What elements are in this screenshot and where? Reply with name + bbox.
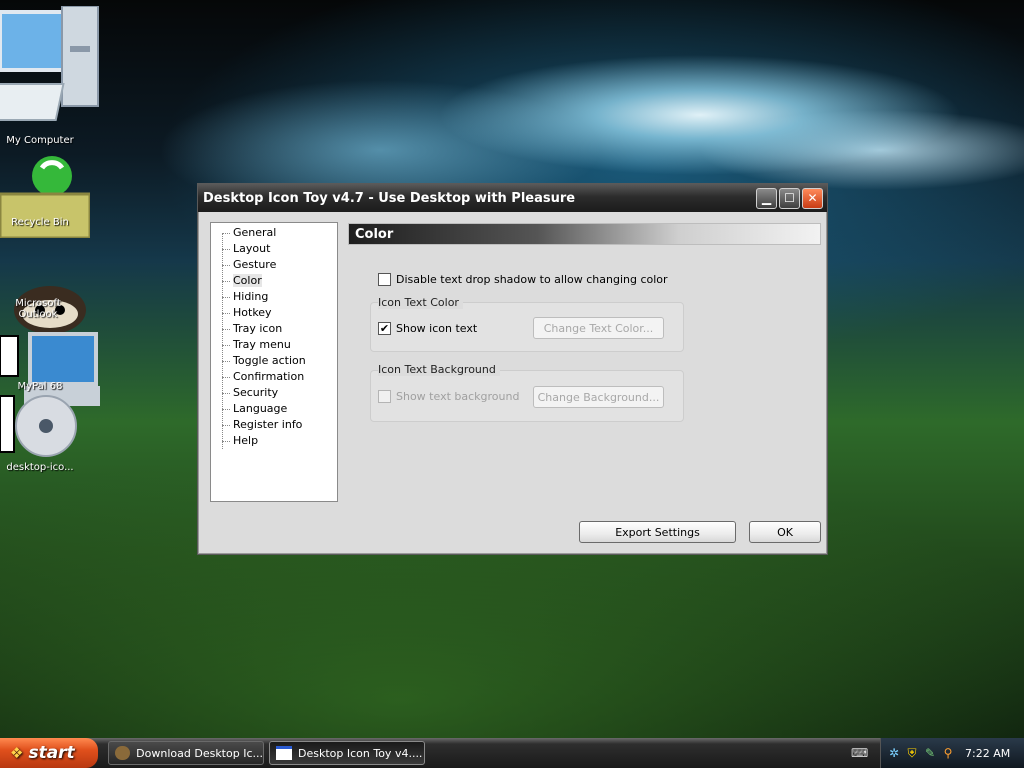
section-title: Color <box>348 223 821 245</box>
nav-item-hotkey[interactable]: Hotkey <box>211 305 337 321</box>
nav-label: Confirmation <box>233 370 305 383</box>
maximize-icon: ☐ <box>784 191 795 205</box>
nav-label: Language <box>233 402 288 415</box>
update-icon[interactable]: ✎ <box>923 746 937 760</box>
installer-label: desktop-ico... <box>6 462 74 473</box>
nav-label: Layout <box>233 242 271 255</box>
window-title: Desktop Icon Toy v4.7 - Use Desktop with… <box>203 190 576 206</box>
change-text-color-button[interactable]: Change Text Color... <box>533 317 664 339</box>
taskbar-item-desktop-icon-toy[interactable]: Desktop Icon Toy v4.... <box>269 741 425 765</box>
taskbar-item-download[interactable]: Download Desktop Ic... <box>108 741 264 765</box>
title-bar[interactable]: Desktop Icon Toy v4.7 - Use Desktop with… <box>198 184 827 212</box>
nav-item-tray-icon[interactable]: Tray icon <box>211 321 337 337</box>
nav-label: Hotkey <box>233 306 272 319</box>
disable-shadow-checkbox[interactable] <box>378 273 391 286</box>
nav-item-confirmation[interactable]: Confirmation <box>211 369 337 385</box>
system-tray: ✲ ⛨ ✎ ⚲ 7:22 AM <box>880 738 1024 768</box>
minimize-button[interactable]: ▁ <box>756 187 777 209</box>
mypal-label: MyPal 68 <box>17 381 63 392</box>
shield-icon[interactable]: ⛨ <box>905 746 919 760</box>
show-text-background-label: Show text background <box>396 390 520 403</box>
desktop-icon-mypal-label: MyPal 68 <box>0 381 80 392</box>
disable-shadow-label: Disable text drop shadow to allow changi… <box>396 273 668 286</box>
cd-icon <box>0 392 80 465</box>
desktop-icon-outlook-label: Microsoft Outlook <box>0 298 76 320</box>
nav-item-general[interactable]: General <box>211 225 337 241</box>
start-button[interactable]: ❖ start <box>0 738 98 768</box>
task-label: Download Desktop Ic... <box>136 746 263 760</box>
show-text-background-checkbox[interactable] <box>378 390 391 403</box>
icon-text-background-group-label: Icon Text Background <box>378 363 500 376</box>
export-settings-button[interactable]: Export Settings <box>579 521 736 543</box>
nav-label: Toggle action <box>233 354 306 367</box>
desktop-icon-recycle-bin-label: Recycle Bin <box>0 217 80 228</box>
browser-icon <box>115 746 131 760</box>
nav-label: Register info <box>233 418 303 431</box>
show-icon-text-label: Show icon text <box>396 322 478 335</box>
nav-item-gesture[interactable]: Gesture <box>211 257 337 273</box>
nav-item-layout[interactable]: Layout <box>211 241 337 257</box>
settings-nav-tree: General Layout Gesture Color Hiding Hotk… <box>210 222 338 502</box>
ok-button[interactable]: OK <box>749 521 821 543</box>
show-text-background-row[interactable]: Show text background <box>378 390 519 403</box>
nav-item-tray-menu[interactable]: Tray menu <box>211 337 337 353</box>
nav-item-register-info[interactable]: Register info <box>211 417 337 433</box>
show-icon-text-row[interactable]: ✔ Show icon text <box>378 322 477 335</box>
window-icon <box>276 746 292 760</box>
nav-label: Hiding <box>233 290 269 303</box>
change-background-button[interactable]: Change Background... <box>533 386 664 408</box>
nav-item-security[interactable]: Security <box>211 385 337 401</box>
nav-item-color[interactable]: Color <box>211 273 337 289</box>
nav-item-language[interactable]: Language <box>211 401 337 417</box>
close-button[interactable]: ✕ <box>802 187 823 209</box>
nav-label: Help <box>233 434 259 447</box>
clock[interactable]: 7:22 AM <box>965 747 1010 760</box>
nav-label: General <box>233 226 277 239</box>
minimize-icon: ▁ <box>761 191 772 205</box>
desktop-icon-installer[interactable] <box>0 392 80 467</box>
outlook-label: Microsoft Outlook <box>15 298 61 320</box>
computer-icon <box>0 5 99 131</box>
task-label: Desktop Icon Toy v4.... <box>298 746 423 760</box>
settings-window: Desktop Icon Toy v4.7 - Use Desktop with… <box>197 183 828 555</box>
icon-text-color-group-label: Icon Text Color <box>378 296 463 309</box>
desktop-icon-my-computer[interactable] <box>0 5 99 133</box>
keyboard-icon[interactable]: ⌨ <box>851 746 868 760</box>
disable-shadow-row[interactable]: Disable text drop shadow to allow changi… <box>378 273 668 286</box>
network-icon[interactable]: ✲ <box>887 746 901 760</box>
windows-flag-icon: ❖ <box>10 744 24 762</box>
nav-item-hiding[interactable]: Hiding <box>211 289 337 305</box>
close-icon: ✕ <box>807 191 818 205</box>
nav-label: Gesture <box>233 258 277 271</box>
show-icon-text-checkbox[interactable]: ✔ <box>378 322 391 335</box>
nav-item-help[interactable]: Help <box>211 433 337 449</box>
nav-label: Tray menu <box>233 338 291 351</box>
recycle-bin-label: Recycle Bin <box>11 217 69 228</box>
taskbar: ❖ start Download Desktop Ic... Desktop I… <box>0 738 1024 768</box>
nav-item-toggle-action[interactable]: Toggle action <box>211 353 337 369</box>
nav-label: Tray icon <box>233 322 283 335</box>
maximize-button[interactable]: ☐ <box>779 187 800 209</box>
nav-label: Color <box>233 274 262 287</box>
desktop-icon-installer-label: desktop-ico... <box>0 462 80 473</box>
start-label: start <box>28 743 75 763</box>
nav-label: Security <box>233 386 279 399</box>
search-icon[interactable]: ⚲ <box>941 746 955 760</box>
